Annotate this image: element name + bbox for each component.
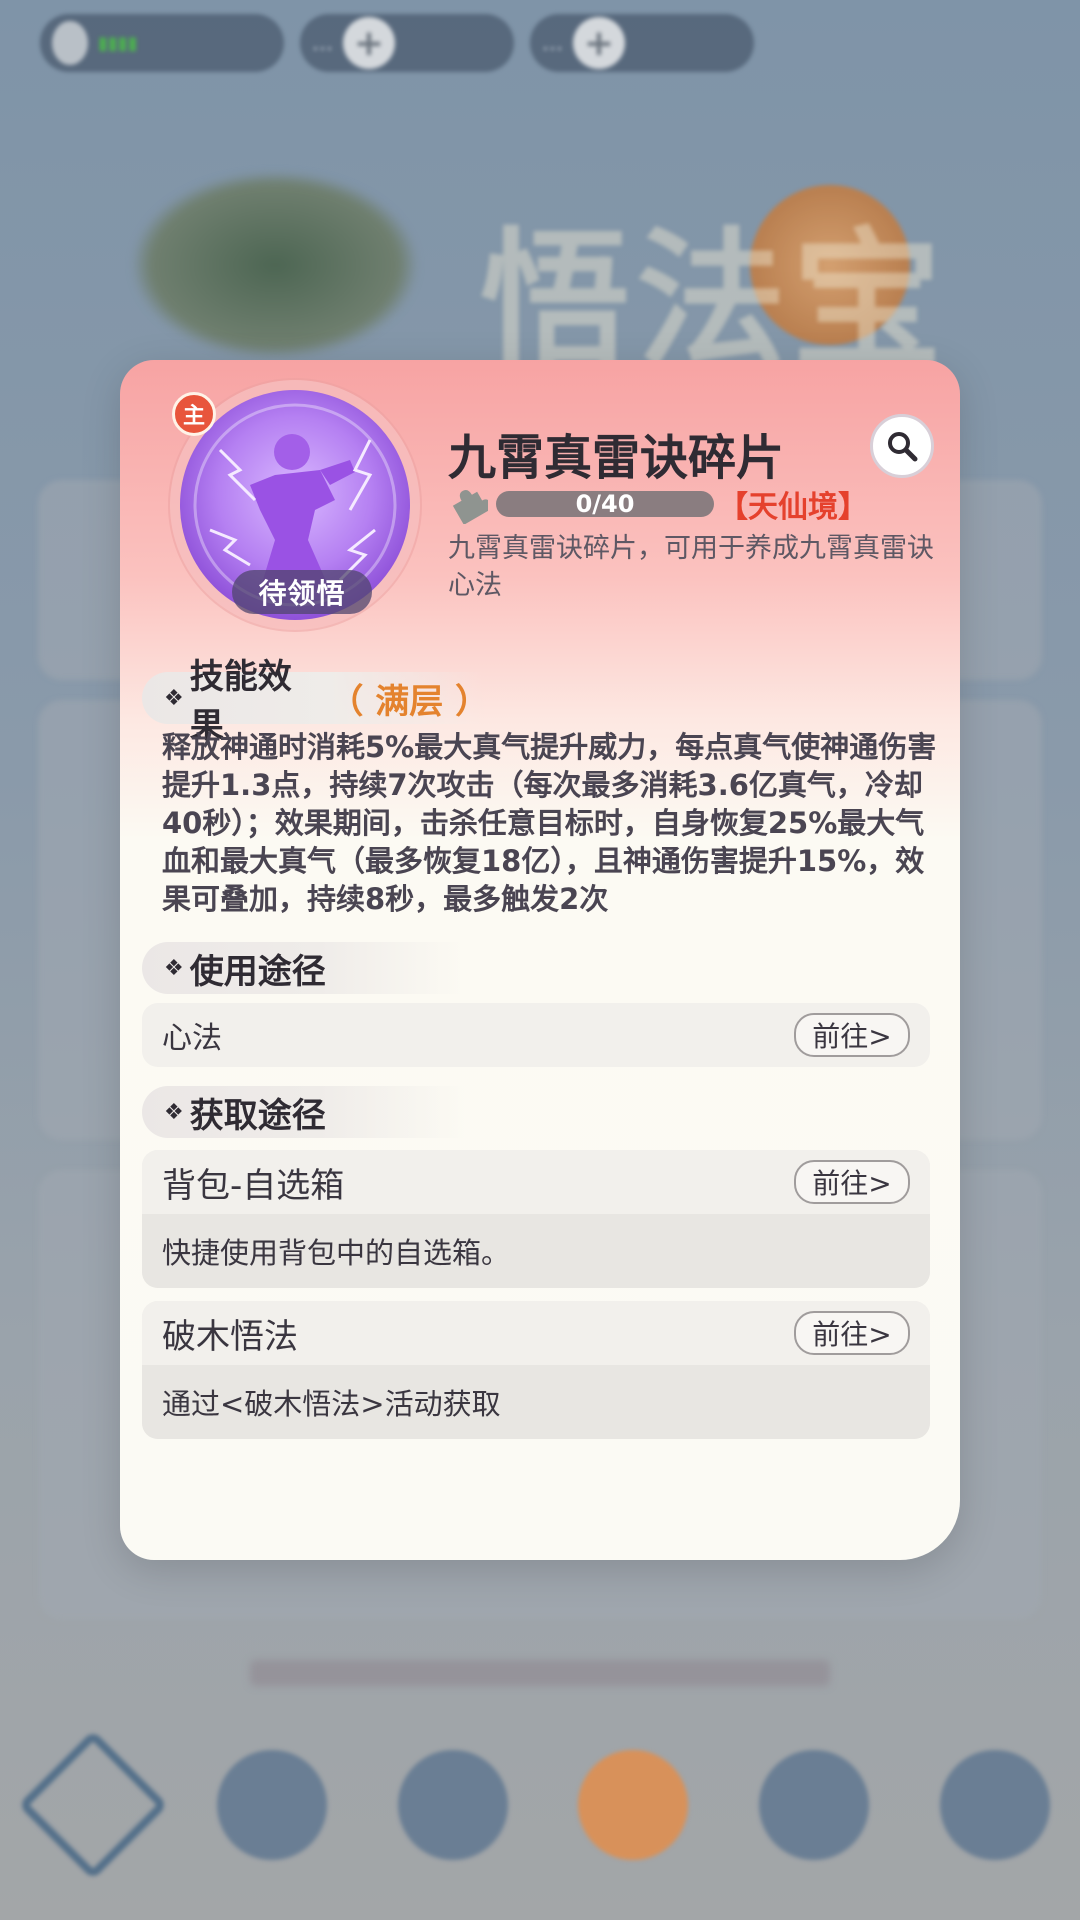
nav-button-4[interactable] (759, 1750, 870, 1860)
diamond-bullet-icon: ❖ (164, 1099, 184, 1125)
fragment-row: 0/40 【天仙境】 (448, 482, 868, 526)
acquire-item-row: 背包-自选箱 前往> (142, 1150, 930, 1214)
diamond-bullet-icon: ❖ (164, 685, 184, 711)
currency-pill-2: ... + (530, 14, 754, 72)
skill-effect-text: 释放神通时消耗5%最大真气提升威力，每点真气使神通伤害提升1.3点，持续7次攻击… (162, 730, 937, 916)
usage-item: 心法 前往> (142, 1003, 930, 1067)
pending-comprehend-tag: 待领悟 (232, 570, 372, 614)
fragment-progress-bar: 0/40 (496, 491, 714, 517)
fragment-progress-text: 0/40 (575, 491, 635, 517)
puzzle-piece-icon (452, 489, 488, 524)
item-description: 九霄真雷诀碎片，可用于养成九霄真雷诀心法 (448, 533, 934, 601)
acquire-heading: ❖ 获取途径 (142, 1086, 464, 1138)
main-skill-badge: 主 (172, 392, 216, 436)
search-button[interactable] (870, 414, 934, 478)
item-title: 九霄真雷诀碎片 (448, 430, 785, 486)
acquire-item-desc: 通过<破木悟法>活动获取 (142, 1365, 930, 1439)
nav-button-5[interactable] (939, 1750, 1050, 1860)
acquire-heading-text: 获取途径 (189, 1095, 326, 1136)
menu-diamond-icon[interactable] (18, 1730, 168, 1880)
realm-label: 【天仙境】 (718, 490, 868, 525)
acquire-backpack-go-button[interactable]: 前往> (794, 1160, 910, 1204)
acquire-item-pomu: 破木悟法 前往> 通过<破木悟法>活动获取 (142, 1301, 930, 1439)
acquire-item-label: 破木悟法 (162, 1316, 298, 1357)
banner-artwork (130, 170, 420, 360)
usage-heading-text: 使用途径 (189, 951, 326, 992)
resource-bar: ▮▮▮▮ ... + ... + (40, 14, 780, 74)
nav-button-3[interactable] (578, 1750, 689, 1860)
acquire-item-desc: 快捷使用背包中的自选箱。 (142, 1214, 930, 1288)
acquire-item-row: 破木悟法 前往> (142, 1301, 930, 1365)
acquire-item-backpack: 背包-自选箱 前往> 快捷使用背包中的自选箱。 (142, 1150, 930, 1288)
acquire-pomu-go-button[interactable]: 前往> (794, 1311, 910, 1355)
item-detail-modal: 主 待领悟 九霄真雷诀碎片 0/40 【天仙境】 九霄真雷诀碎片，可用于养成九霄… (120, 360, 960, 1560)
player-avatar-icon (52, 21, 88, 65)
skill-effect-heading: ❖ 技能效果 （ 满层 ） (142, 657, 490, 746)
bottom-nav (18, 1730, 1050, 1880)
search-icon (888, 432, 918, 462)
currency-pill-1: ... + (300, 14, 514, 72)
add-currency-1-button[interactable]: + (342, 17, 395, 69)
usage-go-button[interactable]: 前往> (794, 1013, 910, 1057)
acquire-item-label: 背包-自选箱 (162, 1165, 345, 1206)
skill-effect-level: （ 满层 ） (329, 681, 490, 722)
usage-item-label: 心法 (162, 1021, 222, 1056)
diamond-bullet-icon: ❖ (164, 955, 184, 981)
currency-2-value: ... (542, 30, 563, 56)
add-currency-2-button[interactable]: + (572, 17, 625, 69)
player-info-pill: ▮▮▮▮ (40, 14, 284, 72)
player-level-text: ▮▮▮▮ (98, 32, 138, 54)
currency-1-value: ... (312, 30, 333, 56)
nav-button-2[interactable] (397, 1750, 508, 1860)
bg-notice-text (250, 1660, 830, 1686)
nav-button-1[interactable] (216, 1750, 327, 1860)
usage-item-row: 心法 前往> (142, 1003, 930, 1067)
usage-heading: ❖ 使用途径 (142, 942, 464, 994)
